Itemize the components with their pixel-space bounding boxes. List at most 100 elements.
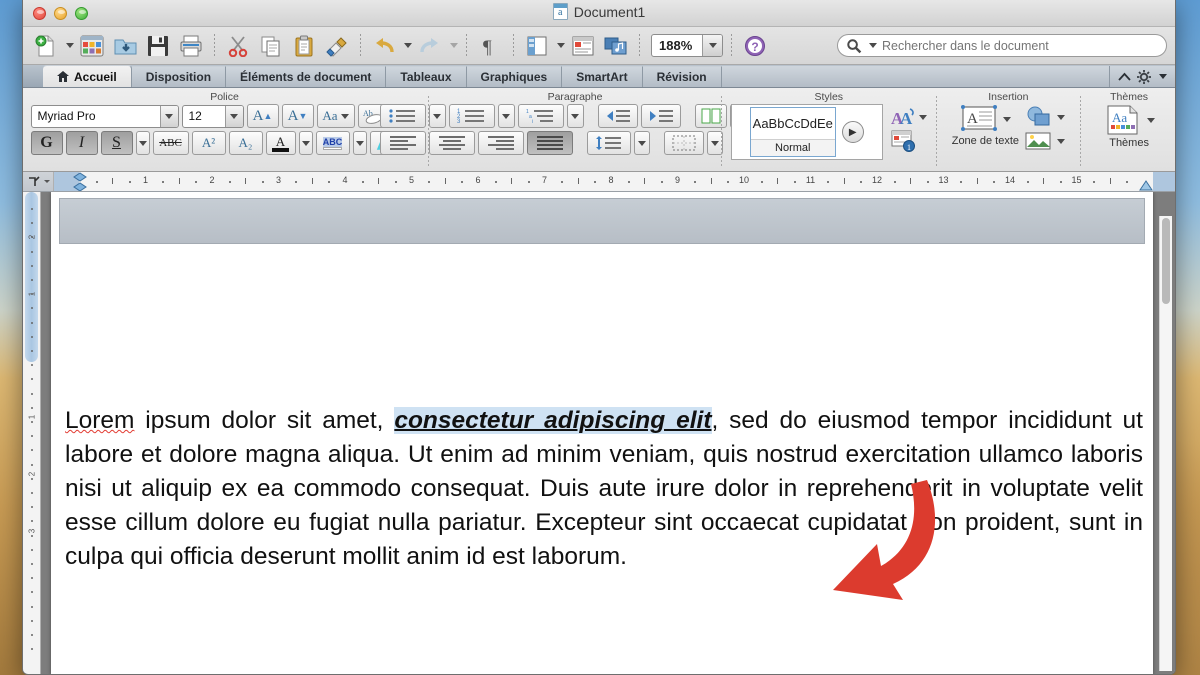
text-box-dropdown-icon[interactable] [1003, 116, 1012, 122]
highlight-button[interactable]: ABC [315, 131, 350, 155]
notebook-view-button[interactable] [568, 31, 598, 61]
tab-bar-filler [721, 66, 1110, 87]
ruler-tick-label: 9 [674, 175, 681, 185]
search-input[interactable] [882, 38, 1152, 53]
save-button[interactable] [143, 31, 173, 61]
styles-pane-dropdown-icon[interactable] [918, 114, 927, 120]
line-spacing-button[interactable] [586, 131, 631, 155]
indent-marker-left[interactable] [72, 172, 88, 191]
decrease-indent-button[interactable] [597, 104, 638, 128]
borders-button[interactable] [663, 131, 704, 155]
toolbar-separator [513, 33, 514, 58]
ruler-tick-label: 13 [938, 175, 949, 185]
line-spacing-dropdown-button[interactable] [633, 131, 650, 155]
selected-text-run[interactable]: consectetur adipiscing elit [394, 407, 712, 434]
italic-button[interactable]: I [65, 131, 98, 155]
zoom-dropdown-icon[interactable] [702, 35, 722, 56]
strikethrough-button[interactable]: ABC [152, 131, 189, 155]
vertical-ruler[interactable]: 21123 [23, 192, 41, 674]
highlight-dropdown-button[interactable] [352, 131, 367, 155]
undo-button[interactable] [369, 31, 399, 61]
underline-dropdown-button[interactable] [135, 131, 150, 155]
picture-dropdown-icon[interactable] [1057, 138, 1065, 144]
font-color-button[interactable]: A [265, 131, 296, 155]
align-left-button[interactable] [379, 131, 426, 155]
sidebar-toggle-button[interactable] [522, 31, 552, 61]
open-file-button[interactable] [110, 31, 140, 61]
font-family-dropdown-icon[interactable] [159, 105, 178, 127]
search-options-dropdown-icon[interactable] [869, 43, 877, 48]
numbered-list-dropdown-button[interactable] [497, 104, 515, 128]
tab-stop-selector[interactable] [23, 172, 53, 191]
ruler-scale[interactable]: 1 2 3 4 5 6 7 8 9 10 11 12 13 14 15 [53, 172, 1175, 191]
new-document-dropdown-icon[interactable] [66, 43, 74, 48]
styles-pane-button[interactable]: AA [891, 106, 927, 128]
manage-styles-button[interactable]: 1 [891, 129, 927, 158]
paste-button[interactable] [289, 31, 319, 61]
font-color-dropdown-button[interactable] [298, 131, 313, 155]
themes-button[interactable]: Aa Thèmes [1103, 104, 1156, 149]
print-button[interactable] [176, 31, 206, 61]
tab-tableaux[interactable]: Tableaux [386, 66, 467, 87]
shrink-font-button[interactable]: A ▼ [281, 104, 314, 128]
align-justify-button[interactable] [526, 131, 573, 155]
media-browser-button[interactable] [601, 31, 631, 61]
align-right-button[interactable] [477, 131, 524, 155]
redo-button[interactable] [415, 31, 445, 61]
grow-font-button[interactable]: A ▲ [246, 104, 279, 128]
document-area: 123456789101112131415 21123 Lorem ipsum … [23, 172, 1175, 674]
format-painter-button[interactable] [322, 31, 352, 61]
vruler-minor-tick [30, 364, 33, 367]
increase-indent-button[interactable] [640, 104, 681, 128]
tab-elements-de-document[interactable]: Éléments de document [226, 66, 387, 87]
search-field-container[interactable] [837, 34, 1167, 57]
page-scroll-area[interactable]: Lorem ipsum dolor sit amet, consectetur … [41, 192, 1175, 674]
subscript-button[interactable]: A₂ [228, 131, 263, 155]
tab-accueil[interactable]: Accueil [43, 65, 132, 87]
bullet-list-dropdown-button[interactable] [428, 104, 446, 128]
ribbon-options-dropdown-icon[interactable] [1159, 74, 1167, 79]
multilevel-list-button[interactable]: 1ai [517, 104, 564, 128]
open-gallery-button[interactable] [77, 31, 107, 61]
scrollbar-thumb[interactable] [1162, 218, 1170, 304]
shapes-button[interactable] [1025, 106, 1065, 128]
tab-revision[interactable]: Révision [642, 66, 722, 87]
gear-icon[interactable] [1137, 69, 1151, 84]
cut-button[interactable] [223, 31, 253, 61]
ribbon-group-police: Police Myriad Pro 12 A ▲ A ▼ Aa Ab G I S… [23, 90, 426, 171]
shapes-dropdown-icon[interactable] [1057, 114, 1065, 120]
indent-marker-right[interactable] [1139, 180, 1153, 191]
document-page[interactable]: Lorem ipsum dolor sit amet, consectetur … [51, 192, 1153, 674]
styles-expand-button[interactable]: ▶ [841, 121, 864, 143]
tab-smartart[interactable]: SmartArt [562, 66, 643, 87]
style-item-normal[interactable]: AaBbCcDdEe Normal [749, 107, 836, 157]
vertical-scrollbar[interactable] [1159, 216, 1172, 671]
text-box-button[interactable]: A Zone de texte [952, 104, 1019, 147]
numbered-list-button[interactable]: 123 [448, 104, 495, 128]
underline-button[interactable]: S [100, 131, 133, 155]
show-formatting-marks-button[interactable]: ¶ [475, 31, 505, 61]
picture-button[interactable] [1025, 131, 1065, 151]
help-button[interactable]: ? [740, 31, 770, 61]
bullet-list-button[interactable] [379, 104, 426, 128]
change-case-button[interactable]: Aa [316, 104, 355, 128]
align-center-button[interactable] [428, 131, 475, 155]
new-document-button[interactable] [31, 31, 61, 61]
copy-button[interactable] [256, 31, 286, 61]
undo-dropdown-icon[interactable] [404, 43, 412, 48]
horizontal-ruler[interactable]: 1 2 3 4 5 6 7 8 9 10 11 12 13 14 15 [23, 172, 1175, 192]
zoom-level-combo[interactable]: 188% [651, 34, 723, 57]
font-size-dropdown-icon[interactable] [224, 105, 243, 127]
redo-dropdown-icon[interactable] [450, 43, 458, 48]
font-family-combo[interactable]: Myriad Pro [30, 104, 179, 128]
tab-graphiques[interactable]: Graphiques [466, 66, 563, 87]
superscript-button[interactable]: A² [191, 131, 226, 155]
multilevel-list-dropdown-button[interactable] [566, 104, 584, 128]
tab-disposition[interactable]: Disposition [131, 66, 227, 87]
themes-dropdown-icon[interactable] [1147, 117, 1156, 123]
collapse-ribbon-icon[interactable] [1118, 72, 1131, 82]
document-text[interactable]: Lorem ipsum dolor sit amet, consectetur … [65, 404, 1143, 574]
bold-button[interactable]: G [30, 131, 63, 155]
font-size-combo[interactable]: 12 [181, 104, 244, 128]
sidebar-dropdown-icon[interactable] [557, 43, 565, 48]
